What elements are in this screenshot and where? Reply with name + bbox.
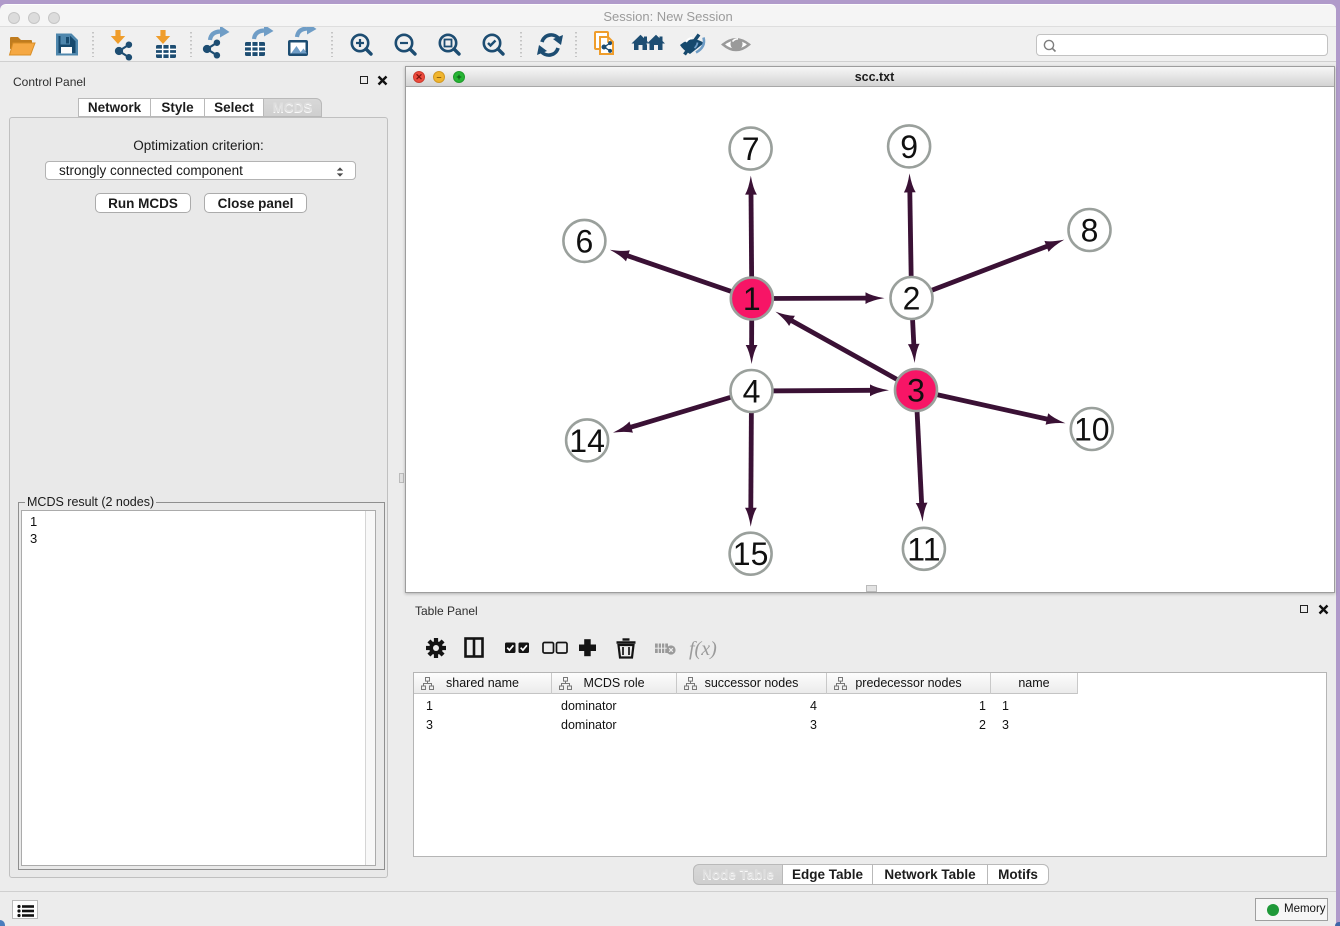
- svg-text:4: 4: [743, 374, 761, 410]
- svg-text:11: 11: [907, 531, 940, 567]
- svg-text:14: 14: [569, 423, 605, 459]
- svg-text:8: 8: [1081, 213, 1099, 249]
- svg-text:7: 7: [742, 131, 760, 167]
- svg-text:3: 3: [907, 373, 925, 409]
- svg-text:2: 2: [903, 281, 921, 317]
- svg-text:6: 6: [576, 223, 594, 259]
- svg-text:9: 9: [900, 129, 918, 165]
- svg-text:15: 15: [733, 536, 769, 572]
- svg-text:1: 1: [743, 281, 761, 317]
- svg-text:10: 10: [1074, 412, 1110, 448]
- svg-text:f(x): f(x): [689, 638, 717, 660]
